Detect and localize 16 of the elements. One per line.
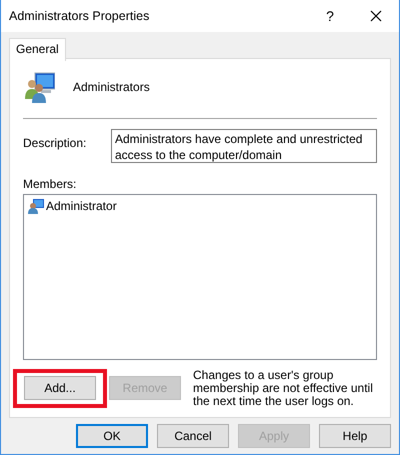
- close-icon[interactable]: [370, 10, 382, 22]
- member-item[interactable]: Administrator: [27, 198, 118, 214]
- dialog-button[interactable]: Cancel: [157, 424, 229, 448]
- description-label: Description:: [23, 135, 88, 152]
- user-icon: [28, 198, 44, 214]
- dialog-button[interactable]: OK: [76, 424, 148, 448]
- help-button[interactable]: ?: [307, 8, 353, 24]
- user-group-icon: [23, 71, 55, 103]
- dialog-button[interactable]: Help: [319, 424, 391, 448]
- membership-note: Changes to a user's group membership are not effective until the next time the user logs on.: [193, 369, 374, 408]
- group-name: Administrators: [73, 80, 150, 94]
- description-field[interactable]: Administrators have complete and unrestricted access to the computer/domain: [111, 129, 377, 163]
- tab[interactable]: General: [9, 38, 66, 61]
- window-title: Administrators Properties: [9, 9, 150, 23]
- member-button[interactable]: Add...: [24, 376, 96, 400]
- members-label: Members:: [23, 177, 78, 191]
